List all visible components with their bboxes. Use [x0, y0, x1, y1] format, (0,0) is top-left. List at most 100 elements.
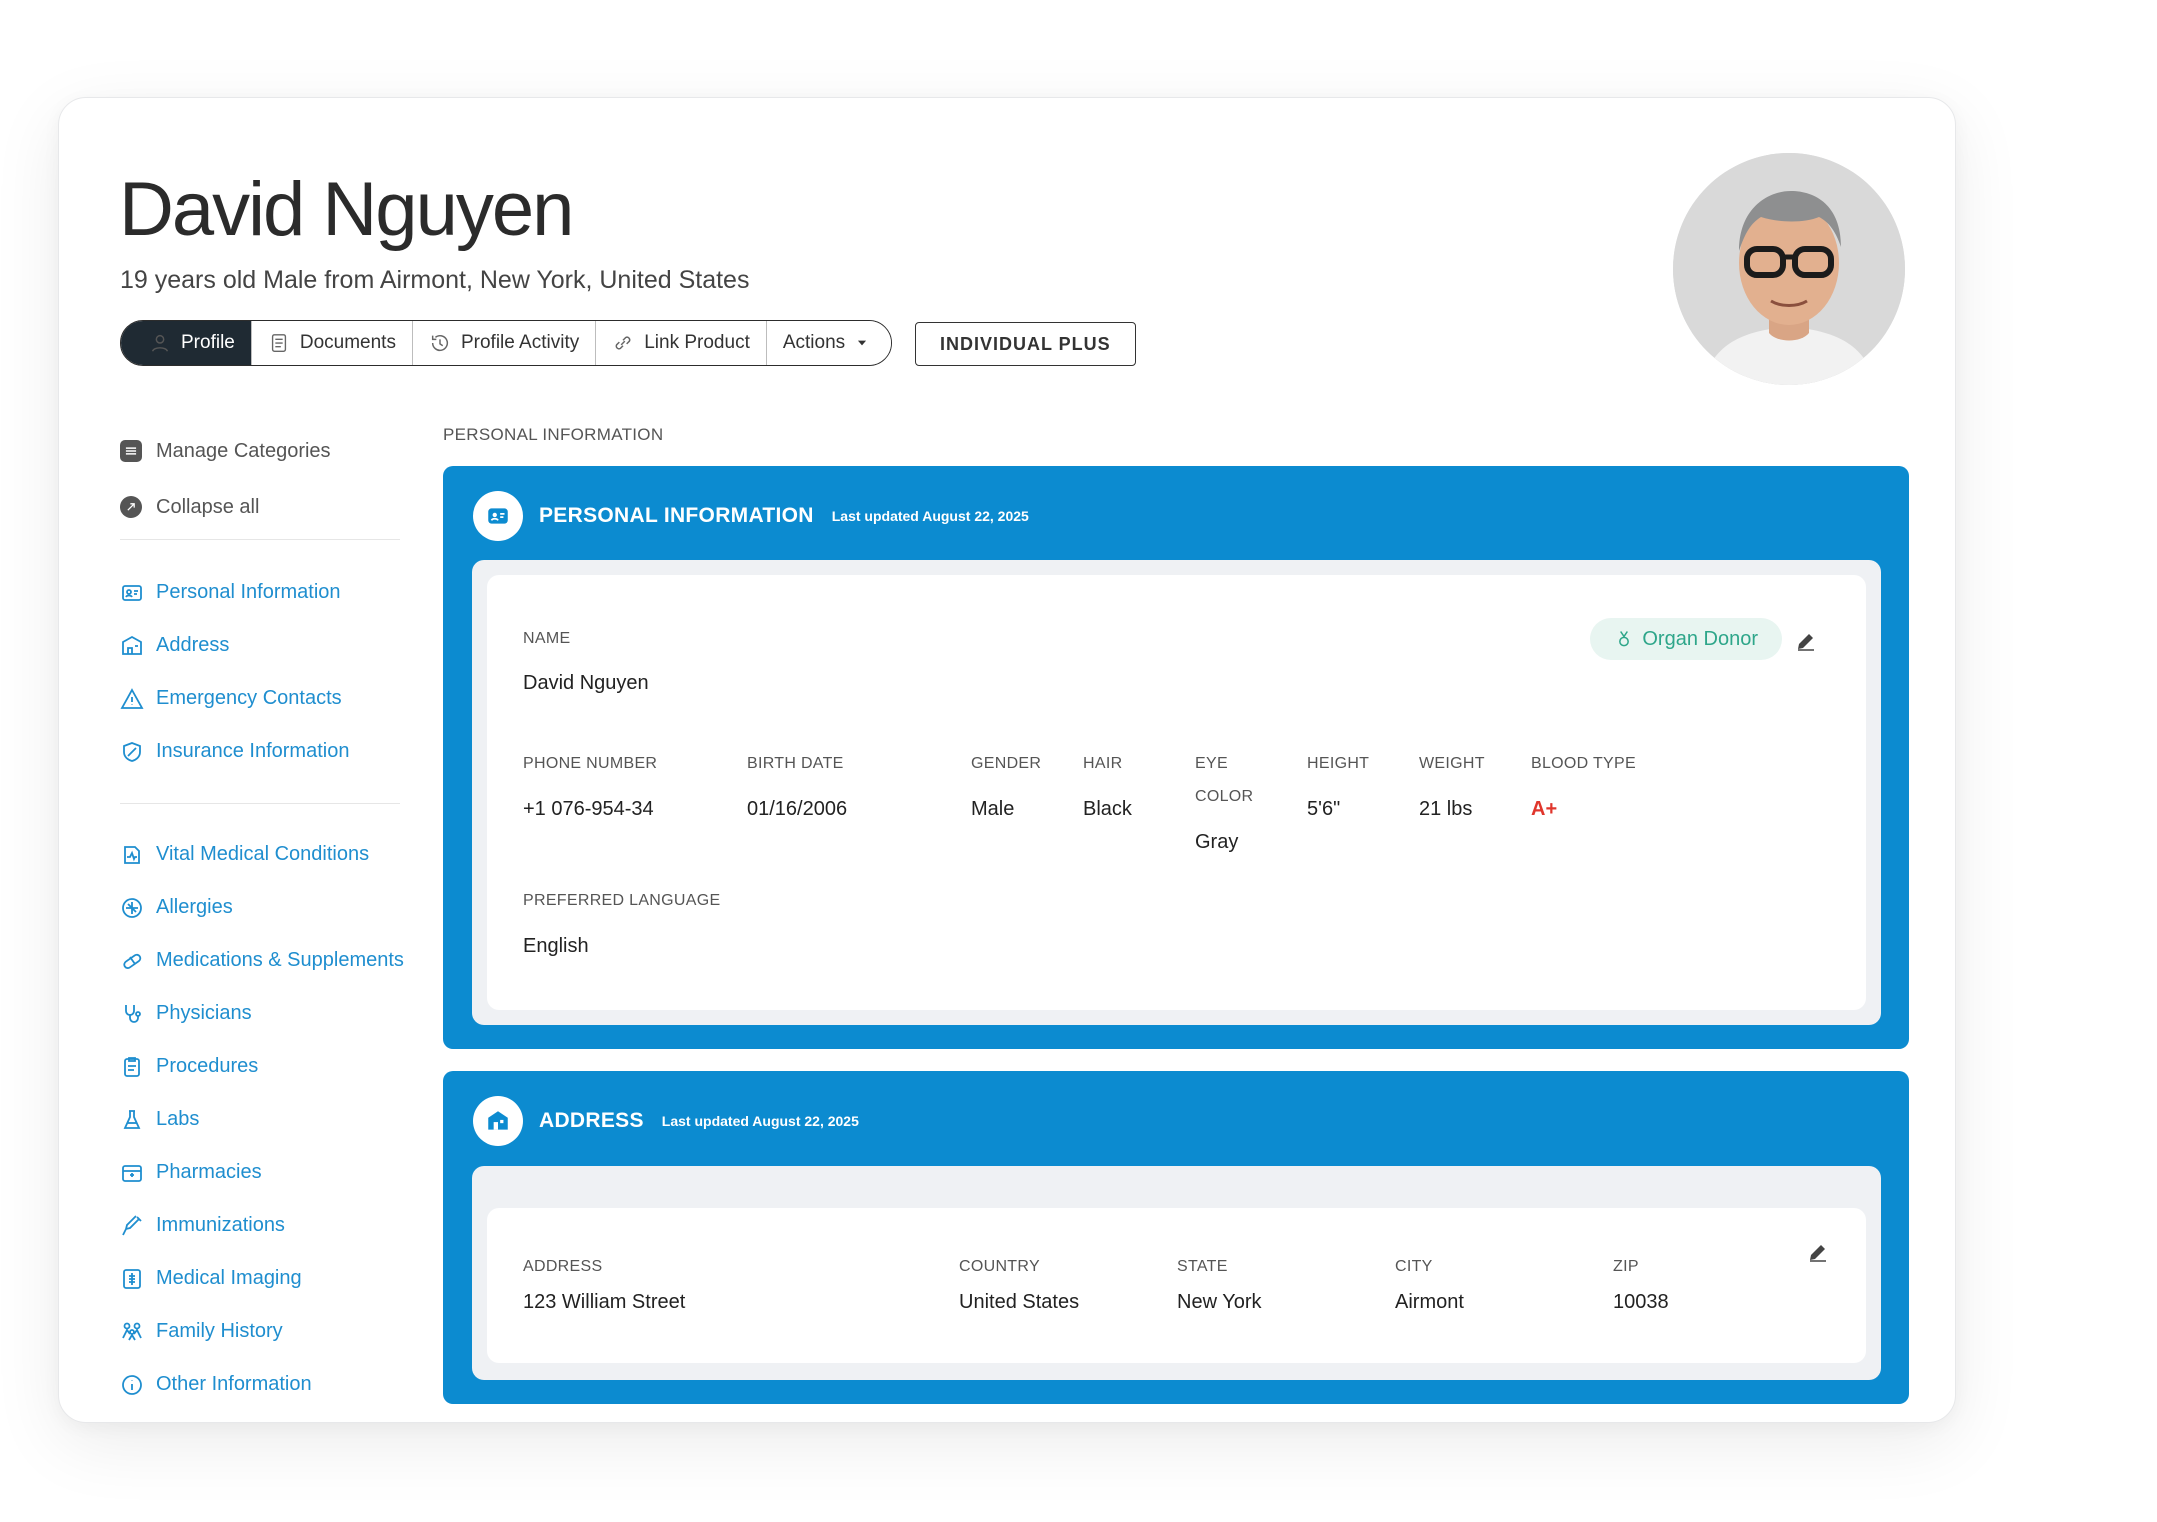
- field-label: ADDRESS: [523, 1258, 603, 1275]
- name-value: David Nguyen: [523, 672, 649, 694]
- edit-icon[interactable]: [1794, 629, 1818, 653]
- sidebar-item-physicians[interactable]: Physicians: [120, 987, 404, 1040]
- id-card-icon: [473, 491, 523, 541]
- blood-type-value: A+: [1531, 798, 1558, 820]
- field-label: PHONE NUMBER: [523, 755, 658, 772]
- field-label: PREFERRED LANGUAGE: [523, 892, 721, 909]
- medal-icon: [1619, 631, 1630, 647]
- panel-updated: Last updated August 22, 2025: [831, 508, 1029, 524]
- flask-icon: [123, 1109, 141, 1129]
- user-icon: [151, 334, 169, 352]
- sidebar-item-label: Vital Medical Conditions: [156, 843, 370, 865]
- tab-label: Profile: [181, 332, 235, 353]
- weight-value: 21 lbs: [1419, 798, 1473, 820]
- sidebar-item-labs[interactable]: Labs: [120, 1093, 404, 1146]
- tab-documents[interactable]: Documents: [251, 321, 413, 365]
- tab-actions[interactable]: Actions: [766, 321, 892, 365]
- sidebar-item-label: Other Information: [156, 1373, 312, 1395]
- sidebar-item-address[interactable]: Address: [120, 619, 349, 672]
- tab-label: Link Product: [644, 332, 750, 353]
- document-icon: [271, 334, 286, 352]
- family-icon: [122, 1322, 142, 1340]
- panel-title: PERSONAL INFORMATION: [539, 504, 814, 527]
- profile-card: David Nguyen 19 years old Male from Airm…: [58, 97, 1956, 1423]
- tool-label: Collapse all: [156, 495, 260, 518]
- birth-date-value: 01/16/2006: [747, 798, 848, 820]
- sidebar-item-personal-information[interactable]: Personal Information: [117, 566, 359, 619]
- id-card-icon: [122, 584, 142, 601]
- sidebar-item-procedures[interactable]: Procedures: [120, 1040, 404, 1093]
- sidebar-item-label: Family History: [156, 1320, 283, 1342]
- field-label: HEIGHT: [1307, 755, 1370, 772]
- address-panel: ADDRESS Last updated August 22, 2025 ADD…: [443, 1071, 1909, 1404]
- sidebar-item-label: Pharmacies: [156, 1161, 262, 1183]
- xray-icon: [123, 1268, 141, 1289]
- language-value: English: [523, 935, 589, 957]
- name-label: NAME: [523, 630, 571, 647]
- section-breadcrumb: PERSONAL INFORMATION: [443, 425, 664, 444]
- sidebar-item-other-information[interactable]: Other Information: [120, 1358, 404, 1411]
- pill-icon: [123, 953, 142, 969]
- panel-content: Organ Donor NAME David Nguyen PHONE NUMB…: [487, 575, 1866, 1010]
- info-icon: [122, 1374, 142, 1395]
- sidebar-item-label: Insurance Information: [156, 740, 350, 762]
- field-label: STATE: [1177, 1258, 1228, 1275]
- sidebar-item-family-history[interactable]: Family History: [120, 1305, 404, 1358]
- profile-subtitle: 19 years old Male from Airmont, New York…: [120, 266, 750, 294]
- sidebar-item-vital-medical-conditions[interactable]: Vital Medical Conditions: [120, 828, 404, 881]
- sidebar-item-label: Medications & Supplements: [156, 949, 404, 971]
- sidebar-item-medical-imaging[interactable]: Medical Imaging: [120, 1252, 404, 1305]
- store-icon: [122, 1164, 142, 1182]
- clipboard-icon: [124, 1056, 140, 1077]
- sidebar-item-label: Address: [156, 634, 230, 656]
- field-label: BLOOD TYPE: [1531, 755, 1636, 772]
- collapse-all-button[interactable]: Collapse all: [120, 479, 331, 535]
- tab-link-product[interactable]: Link Product: [596, 321, 767, 365]
- syringe-icon: [122, 1214, 142, 1235]
- hair-value: Black: [1083, 798, 1132, 820]
- sidebar-item-allergies[interactable]: Allergies: [120, 881, 404, 934]
- sidebar-item-insurance-information[interactable]: Insurance Information: [120, 725, 349, 778]
- height-value: 5'6": [1307, 798, 1341, 820]
- sidebar-item-immunizations[interactable]: Immunizations: [120, 1199, 404, 1252]
- sidebar-item-label: Personal Information: [156, 581, 341, 603]
- organ-donor-badge: Organ Donor: [1590, 618, 1782, 660]
- sidebar-item-emergency-contacts[interactable]: Emergency Contacts: [120, 672, 349, 725]
- sidebar-item-medications[interactable]: Medications & Supplements: [120, 934, 404, 987]
- edit-icon[interactable]: [1806, 1240, 1830, 1264]
- field-label: GENDER: [971, 755, 1042, 772]
- personal-information-panel: PERSONAL INFORMATION Last updated August…: [443, 466, 1909, 1049]
- panel-body: ADDRESS 123 William Street COUNTRY Unite…: [472, 1166, 1881, 1380]
- sidebar-divider: [120, 539, 400, 540]
- allergy-icon: [122, 897, 142, 918]
- city-value: Airmont: [1395, 1291, 1464, 1313]
- sidebar-item-label: Immunizations: [156, 1214, 285, 1236]
- panel-body: Organ Donor NAME David Nguyen PHONE NUMB…: [472, 560, 1881, 1025]
- panel-header: ADDRESS Last updated August 22, 2025: [473, 1096, 859, 1146]
- tab-label: Profile Activity: [460, 332, 580, 353]
- sidebar-tools: Manage Categories Collapse all: [120, 423, 331, 535]
- state-value: New York: [1177, 1291, 1262, 1313]
- field-label: EYE: [1195, 755, 1228, 772]
- country-value: United States: [959, 1291, 1080, 1313]
- warning-icon: [120, 687, 144, 709]
- tab-profile-activity[interactable]: Profile Activity: [412, 321, 597, 365]
- sidebar-item-label: Physicians: [156, 1002, 252, 1024]
- field-label: ZIP: [1613, 1258, 1639, 1275]
- stethoscope-icon: [125, 1004, 141, 1023]
- panel-header: PERSONAL INFORMATION Last updated August…: [473, 491, 1029, 541]
- field-label: COLOR: [1195, 788, 1254, 805]
- zip-value: 10038: [1613, 1291, 1669, 1313]
- avatar: [1673, 153, 1905, 385]
- manage-categories-button[interactable]: Manage Categories: [120, 423, 331, 479]
- tab-label: Actions: [782, 332, 846, 353]
- sidebar-item-pharmacies[interactable]: Pharmacies: [120, 1146, 404, 1199]
- heart-monitor-icon: [124, 845, 140, 864]
- plan-badge[interactable]: INDIVIDUAL PLUS: [915, 322, 1136, 366]
- organ-donor-label: Organ Donor: [1642, 627, 1758, 650]
- address-value: 123 William Street: [523, 1291, 686, 1313]
- profile-name: David Nguyen: [119, 167, 574, 252]
- field-label: HAIR: [1083, 755, 1123, 772]
- tab-profile[interactable]: Profile: [121, 321, 252, 365]
- field-label: WEIGHT: [1419, 755, 1485, 772]
